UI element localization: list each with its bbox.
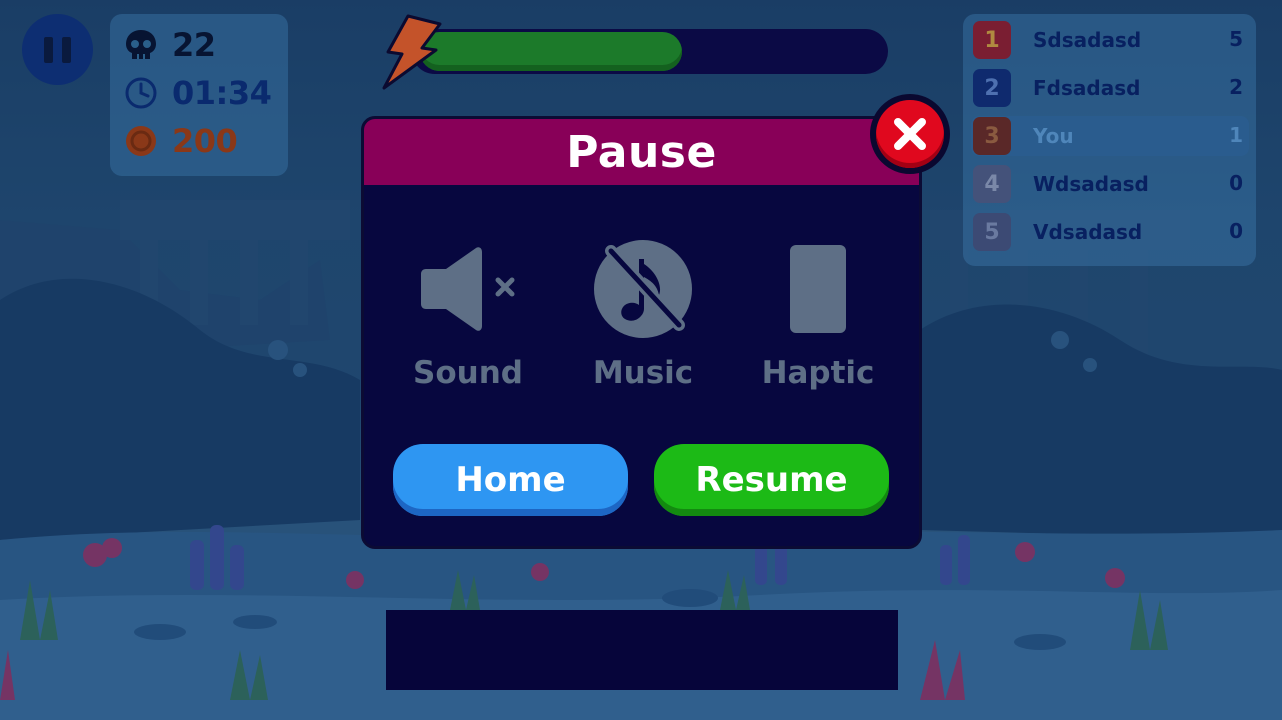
stats-panel: 22 01:34 200 (110, 14, 288, 176)
ad-banner (386, 610, 898, 690)
leaderboard: 1 Sdsadasd 5 2 Fdsadasd 2 3 You 1 4 Wdsadasd 0 5 Vdsa… (963, 14, 1256, 266)
player-score: 5 (1229, 27, 1243, 51)
lightning-bolt-icon (382, 14, 442, 90)
haptic-toggle[interactable]: Haptic (738, 239, 898, 391)
sound-toggle[interactable]: Sound (388, 239, 548, 391)
coin-icon (126, 126, 156, 156)
leaderboard-row: 1 Sdsadasd 5 (971, 20, 1249, 60)
coins-row: 200 (124, 122, 238, 160)
kills-row: 22 (124, 26, 216, 64)
player-score: 1 (1229, 123, 1243, 147)
leaderboard-row: 2 Fdsadasd 2 (971, 68, 1249, 108)
player-name: Wdsadasd (1033, 172, 1149, 196)
coins-value: 200 (172, 122, 238, 160)
music-label: Music (592, 355, 694, 391)
haptic-label: Haptic (761, 355, 875, 391)
energy-bar (412, 29, 888, 74)
player-name: Sdsadasd (1033, 28, 1142, 52)
home-button[interactable]: Home (393, 444, 628, 516)
rank-badge: 5 (973, 213, 1011, 251)
player-score: 0 (1229, 219, 1243, 243)
energy-bar-fill (420, 32, 682, 71)
dialog-header: Pause (364, 119, 919, 185)
timer-row: 01:34 (124, 74, 272, 112)
rank-badge: 2 (973, 69, 1011, 107)
clock-icon (125, 77, 157, 109)
leaderboard-row-self: 3 You 1 (971, 116, 1249, 156)
player-score: 0 (1229, 171, 1243, 195)
pause-bar-left (44, 36, 53, 63)
pause-dialog: Pause Sound Music Haptic Home Resume (361, 116, 922, 549)
home-button-label: Home (455, 460, 566, 500)
music-toggle[interactable]: Music (563, 239, 723, 391)
kills-value: 22 (172, 26, 216, 64)
player-name: Vdsadasd (1033, 220, 1143, 244)
resume-button-label: Resume (695, 460, 848, 500)
resume-button[interactable]: Resume (654, 444, 889, 516)
music-off-icon (594, 240, 692, 338)
phone-vibrate-icon (790, 245, 846, 333)
leaderboard-row: 5 Vdsadasd 0 (971, 212, 1249, 252)
pause-bar-right (62, 36, 71, 63)
rank-badge: 3 (973, 117, 1011, 155)
sound-label: Sound (413, 355, 523, 391)
leaderboard-row: 4 Wdsadasd 0 (971, 164, 1249, 204)
skull-icon (126, 30, 156, 59)
pause-button[interactable] (22, 14, 93, 85)
rank-badge: 1 (973, 21, 1011, 59)
timer-value: 01:34 (172, 74, 272, 112)
player-name: Fdsadasd (1033, 76, 1141, 100)
player-name: You (1033, 124, 1074, 148)
speaker-muted-icon (421, 247, 515, 331)
close-icon (894, 118, 926, 150)
close-button[interactable] (870, 94, 950, 174)
dialog-title: Pause (566, 126, 717, 178)
player-score: 2 (1229, 75, 1243, 99)
rank-badge: 4 (973, 165, 1011, 203)
